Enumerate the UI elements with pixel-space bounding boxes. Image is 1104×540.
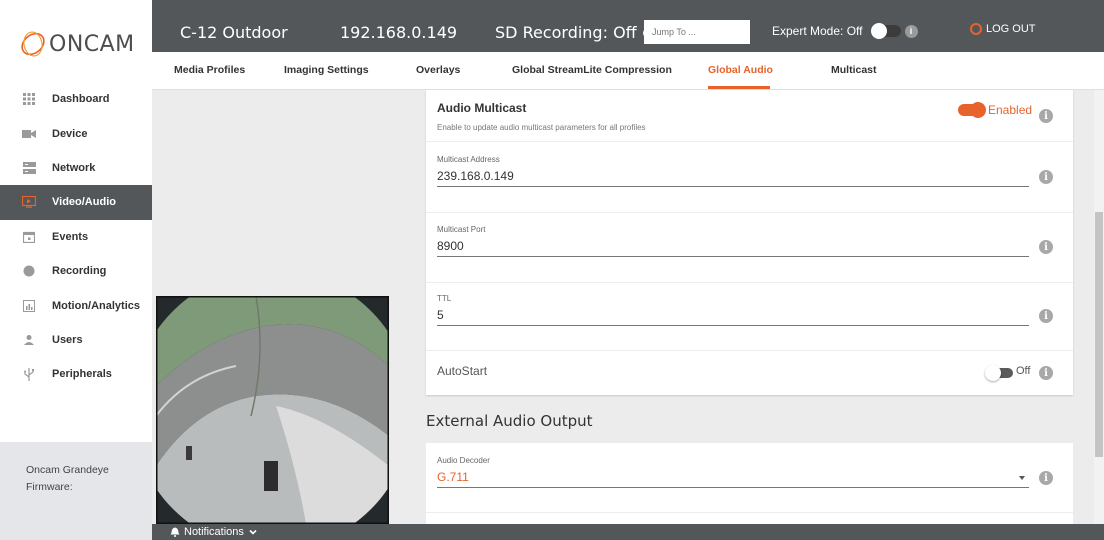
logout-button[interactable]: LOG OUT xyxy=(970,23,1036,35)
info-icon[interactable]: i xyxy=(1039,366,1053,380)
multicast-address-underline xyxy=(437,186,1029,187)
notifications-label: Notifications xyxy=(184,526,244,538)
sd-recording-status: SD Recording: Off xyxy=(495,23,653,42)
active-tab-indicator xyxy=(708,86,770,89)
firmware-label: Firmware: xyxy=(26,481,73,493)
sidebar-item-motion-analytics[interactable]: Motion/Analytics xyxy=(0,288,152,322)
sidebar-item-recording[interactable]: Recording xyxy=(0,254,152,288)
sidebar-item-device[interactable]: Device xyxy=(0,116,152,150)
divider xyxy=(426,282,1073,283)
sidebar: ONCAM Dashboard Device Network Video/Aud… xyxy=(0,0,152,540)
sidebar-item-users[interactable]: Users xyxy=(0,323,152,357)
chevron-down-icon[interactable] xyxy=(1019,476,1025,480)
logout-label: LOG OUT xyxy=(986,23,1036,35)
tab-global-audio[interactable]: Global Audio xyxy=(708,64,773,76)
expert-mode-label: Expert Mode: Off xyxy=(772,24,863,38)
tab-multicast[interactable]: Multicast xyxy=(831,64,877,76)
multicast-port-label: Multicast Port xyxy=(437,225,486,234)
sidebar-item-network[interactable]: Network xyxy=(0,151,152,185)
external-audio-title: External Audio Output xyxy=(426,412,593,430)
top-header: C-12 Outdoor 192.168.0.149 SD Recording:… xyxy=(152,0,1104,52)
camera-ip: 192.168.0.149 xyxy=(340,23,458,42)
notifications-bar[interactable]: Notifications xyxy=(152,524,1104,540)
logo-text: ONCAM xyxy=(49,31,135,57)
camera-model: C-12 Outdoor xyxy=(180,23,288,42)
camera-preview[interactable] xyxy=(156,296,389,524)
jump-to-input[interactable] xyxy=(644,20,750,44)
sidebar-item-label: Dashboard xyxy=(52,93,110,106)
usb-icon xyxy=(22,367,36,381)
ttl-underline xyxy=(437,325,1029,326)
audio-multicast-toggle[interactable] xyxy=(958,102,986,118)
video-icon xyxy=(22,195,36,209)
app-root: ONCAM Dashboard Device Network Video/Aud… xyxy=(0,0,1104,540)
calendar-icon xyxy=(22,230,36,244)
power-icon xyxy=(970,23,982,35)
info-icon[interactable]: i xyxy=(904,24,918,38)
expert-mode-toggle[interactable] xyxy=(870,23,901,39)
fisheye-image xyxy=(156,296,389,524)
sidebar-item-label: Video/Audio xyxy=(52,196,116,209)
scrollbar-thumb[interactable] xyxy=(1095,212,1103,457)
server-icon xyxy=(22,161,36,175)
multicast-address-input[interactable]: 239.168.0.149 xyxy=(437,169,514,183)
divider xyxy=(426,212,1073,213)
tab-bar: Media Profiles Imaging Settings Overlays… xyxy=(152,52,1104,90)
divider xyxy=(426,141,1073,142)
tab-media-profiles[interactable]: Media Profiles xyxy=(174,64,245,76)
audio-multicast-title: Audio Multicast xyxy=(437,101,527,115)
multicast-address-label: Multicast Address xyxy=(437,155,500,164)
oncam-logo-icon xyxy=(21,31,45,57)
sidebar-item-label: Network xyxy=(52,161,96,174)
multicast-port-underline xyxy=(437,256,1029,257)
user-icon xyxy=(22,333,36,347)
info-icon[interactable]: i xyxy=(1039,309,1053,323)
firmware-info: Oncam Grandeye Firmware: xyxy=(0,442,152,540)
sidebar-item-label: Device xyxy=(52,127,88,140)
tab-overlays[interactable]: Overlays xyxy=(416,64,460,76)
chart-icon xyxy=(22,299,36,313)
info-icon[interactable]: i xyxy=(1039,471,1053,485)
camera-icon xyxy=(22,127,36,141)
tab-global-streamlite-compression[interactable]: Global StreamLite Compression xyxy=(512,64,672,76)
chevron-down-icon xyxy=(249,529,257,535)
audio-decoder-underline xyxy=(437,487,1029,488)
sidebar-item-peripherals[interactable]: Peripherals xyxy=(0,357,152,391)
logo: ONCAM xyxy=(18,26,135,62)
sidebar-nav: Dashboard Device Network Video/Audio Eve… xyxy=(0,82,152,392)
info-icon[interactable]: i xyxy=(1039,170,1053,184)
audio-decoder-label: Audio Decoder xyxy=(437,456,490,465)
info-icon[interactable]: i xyxy=(1039,109,1053,123)
sidebar-item-label: Motion/Analytics xyxy=(52,299,141,312)
autostart-label: AutoStart xyxy=(437,364,488,378)
autostart-toggle[interactable] xyxy=(985,365,1013,381)
divider xyxy=(426,512,1073,513)
sidebar-item-dashboard[interactable]: Dashboard xyxy=(0,82,152,116)
bell-icon xyxy=(170,527,180,537)
ttl-input[interactable]: 5 xyxy=(437,308,444,322)
grid-icon xyxy=(22,92,36,106)
record-icon xyxy=(22,264,36,278)
tab-imaging-settings[interactable]: Imaging Settings xyxy=(284,64,369,76)
audio-decoder-select[interactable]: G.711 xyxy=(437,470,469,484)
expert-mode: Expert Mode: Off i xyxy=(772,23,918,39)
sidebar-item-label: Peripherals xyxy=(52,368,112,381)
ttl-label: TTL xyxy=(437,294,452,303)
audio-multicast-status: Enabled xyxy=(988,103,1033,117)
sd-recording-label: SD Recording: Off xyxy=(495,23,637,42)
autostart-state: Off xyxy=(1016,365,1031,377)
sidebar-item-label: Events xyxy=(52,230,89,243)
info-icon[interactable]: i xyxy=(1039,240,1053,254)
sidebar-item-label: Recording xyxy=(52,265,107,278)
audio-multicast-description: Enable to update audio multicast paramet… xyxy=(437,123,646,132)
sidebar-item-video-audio[interactable]: Video/Audio xyxy=(0,185,152,220)
product-name: Oncam Grandeye xyxy=(26,464,109,476)
sidebar-item-label: Users xyxy=(52,333,83,346)
divider xyxy=(426,350,1073,351)
sidebar-item-events[interactable]: Events xyxy=(0,220,152,254)
multicast-port-input[interactable]: 8900 xyxy=(437,239,464,253)
